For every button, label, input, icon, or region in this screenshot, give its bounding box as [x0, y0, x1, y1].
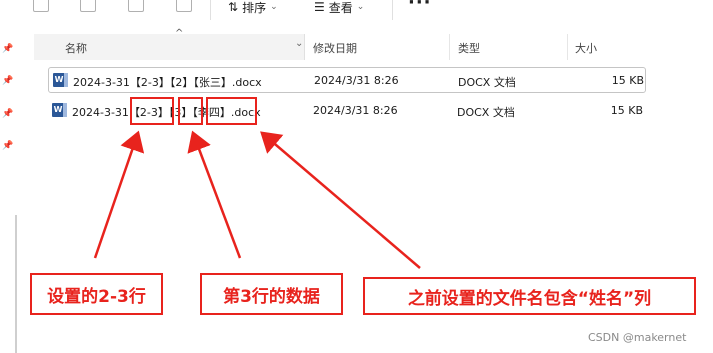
arrow-to-rows — [93, 130, 145, 259]
arrow-to-row-number — [187, 130, 242, 259]
csdn-watermark: CSDN @makernet — [588, 331, 687, 344]
annotation-label-name-column: 之前设置的文件名包含“姓名”列 — [363, 277, 696, 315]
annotation-label-rows: 设置的2-3行 — [30, 273, 163, 315]
arrow-to-name — [260, 131, 421, 269]
annotation-label-data: 第3行的数据 — [200, 273, 343, 315]
